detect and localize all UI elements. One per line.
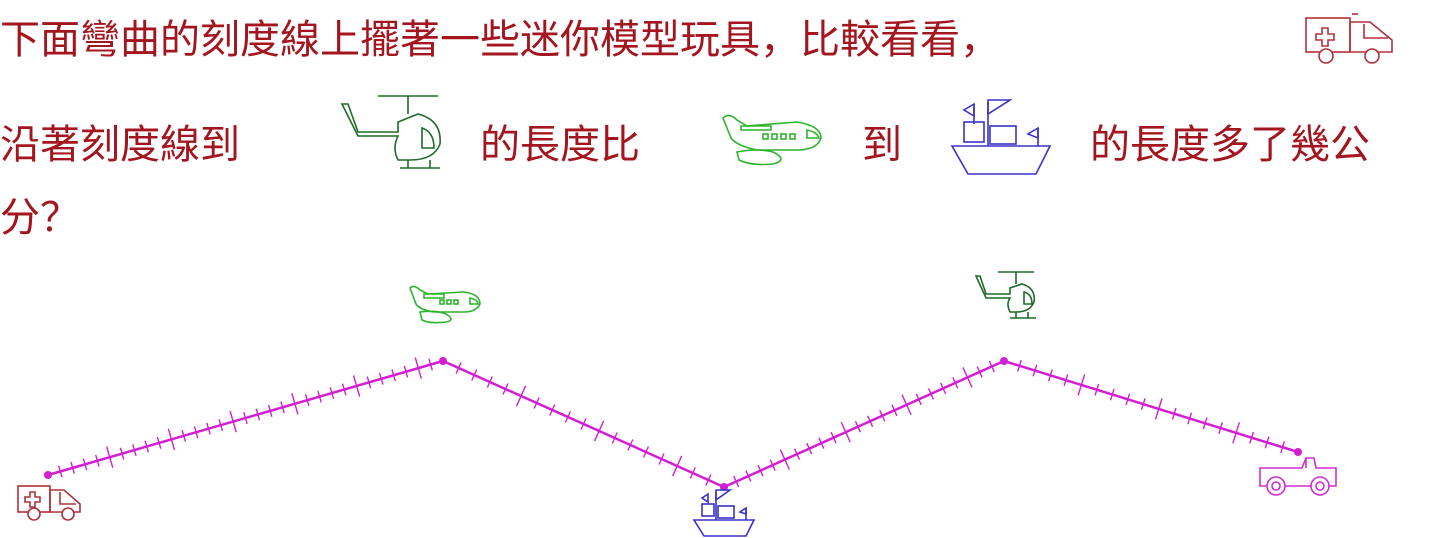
major-tick	[779, 449, 791, 470]
ambulance-toy	[17, 485, 81, 521]
major-tick	[840, 421, 851, 443]
ruler-point-airplane	[439, 357, 447, 365]
major-tick	[962, 367, 973, 388]
major-tick	[672, 455, 683, 477]
major-tick	[515, 385, 527, 407]
airplane-toy	[409, 285, 481, 324]
curved-ruler-scene	[17, 271, 1337, 537]
jeep-toy	[1259, 457, 1337, 496]
ruler-point-ambulance	[44, 471, 52, 479]
ruler-point-helicopter	[1000, 357, 1008, 365]
ruler-point-jeep	[1294, 448, 1302, 456]
helicopter-toy	[974, 271, 1036, 319]
curved-ruler	[44, 357, 1302, 491]
major-tick	[593, 420, 605, 442]
major-tick	[901, 394, 912, 416]
ship-toy	[692, 489, 756, 537]
ruler-path	[47, 359, 1299, 489]
